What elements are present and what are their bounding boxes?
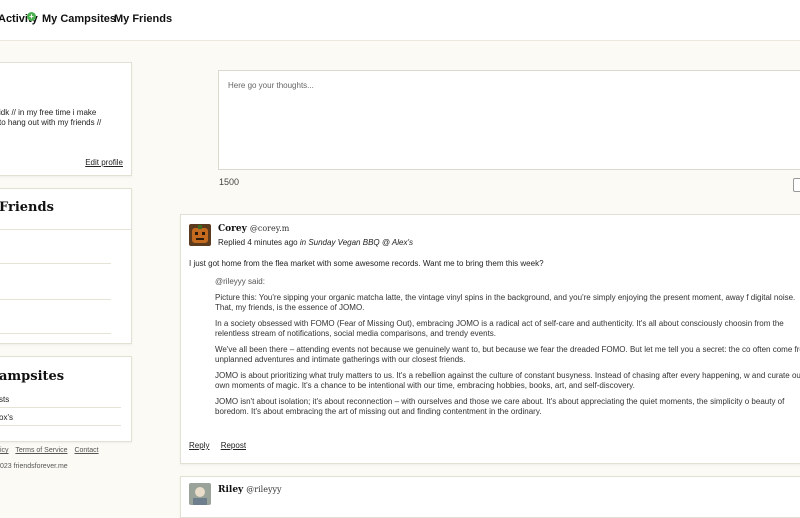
post-actions: Reply Repost — [189, 441, 255, 450]
copyright: 023 friendsforever.me — [0, 463, 68, 470]
post-card: Riley @rileyyy — [180, 476, 800, 518]
profile-card: idk // in my free time i make to hang ou… — [0, 62, 132, 176]
activity-badge: + — [27, 12, 36, 21]
author-name[interactable]: Riley — [218, 485, 243, 495]
author-handle[interactable]: @rileyyy — [246, 485, 281, 494]
author-handle[interactable]: @corey.m — [250, 224, 289, 233]
campsite-item[interactable]: ox's — [0, 413, 121, 426]
char-counter: 1500 — [219, 177, 240, 187]
footer-links: icy Terms of Service Contact — [0, 447, 104, 454]
post-author[interactable]: Corey @corey.m — [218, 224, 289, 234]
campsites-title: ampsites — [0, 369, 65, 384]
campsites-card: ampsites sts ox's — [0, 356, 132, 442]
friends-title: Friends — [0, 200, 54, 215]
footer-link-contact[interactable]: Contact — [74, 447, 98, 454]
quote-paragraph: JOMO is about prioritizing what truly ma… — [215, 371, 800, 390]
author-name[interactable]: Corey — [218, 224, 247, 234]
quote-paragraph: JOMO isn't about isolation; it's about r… — [215, 397, 785, 416]
quoted-post: @rileyyy said: Picture this: You're sipp… — [215, 277, 800, 423]
profile-bio: idk // in my free time i make to hang ou… — [0, 108, 124, 128]
friend-row[interactable] — [0, 299, 111, 300]
nav-my-friends[interactable]: My Friends — [114, 13, 172, 25]
bio-line: idk // in my free time i make — [0, 108, 97, 117]
repost-button[interactable]: Repost — [221, 441, 246, 450]
post-campsite-link[interactable]: Sunday Vegan BBQ @ Alex's — [308, 238, 413, 247]
avatar[interactable] — [189, 483, 211, 505]
friend-row[interactable] — [0, 263, 111, 264]
quote-paragraph: Picture this: You're sipping your organi… — [215, 293, 796, 312]
post-composer-input[interactable]: Here go your thoughts... — [218, 70, 800, 170]
post-body: I just got home from the flea market wit… — [189, 259, 544, 268]
post-timestamp: Replied 4 minutes ago — [218, 238, 298, 247]
footer-link-terms[interactable]: Terms of Service — [15, 447, 67, 454]
top-nav: Activity + My Campsites My Friends — [0, 0, 800, 41]
divider — [0, 229, 131, 230]
friends-card: Friends — [0, 188, 132, 344]
campsite-item[interactable]: sts — [0, 395, 121, 408]
friend-row[interactable] — [0, 333, 111, 334]
edit-profile-link[interactable]: Edit profile — [85, 158, 123, 167]
reply-button[interactable]: Reply — [189, 441, 209, 450]
post-card: Corey @corey.m Replied 4 minutes ago in S… — [180, 214, 800, 464]
post-meta: Replied 4 minutes ago in Sunday Vegan BB… — [218, 238, 413, 247]
quote-author[interactable]: @rileyyy said: — [215, 277, 800, 287]
quote-paragraph: We've all been there – attending events … — [215, 345, 800, 364]
footer-link-privacy[interactable]: icy — [0, 447, 9, 454]
quote-paragraph: In a society obsessed with FOMO (Fear of… — [215, 319, 784, 338]
post-author[interactable]: Riley @rileyyy — [218, 485, 282, 495]
nav-my-campsites[interactable]: My Campsites — [42, 13, 116, 25]
avatar[interactable] — [189, 224, 211, 246]
post-submit-button[interactable] — [793, 178, 800, 192]
bio-line: to hang out with my friends // — [0, 118, 102, 127]
post-meta-in: in — [299, 238, 307, 247]
